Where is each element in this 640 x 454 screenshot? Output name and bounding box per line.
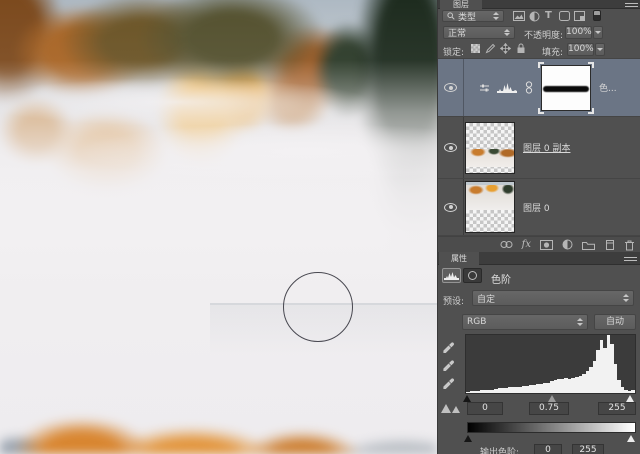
levels-adjustment-icon bbox=[497, 82, 517, 93]
midtone-input-slider[interactable] bbox=[548, 395, 556, 402]
chevron-updown-icon bbox=[504, 28, 510, 37]
layer-name[interactable]: 色... bbox=[599, 81, 617, 94]
channel-select[interactable]: RGB bbox=[462, 314, 588, 330]
filter-shape-layers-icon[interactable] bbox=[559, 11, 570, 21]
visibility-gutter[interactable] bbox=[438, 117, 464, 178]
visibility-gutter[interactable] bbox=[438, 179, 464, 235]
input-highlight-value[interactable]: 255 bbox=[598, 402, 636, 415]
document-canvas[interactable] bbox=[0, 0, 437, 454]
highlight-input-slider[interactable] bbox=[626, 395, 634, 402]
chevron-updown-icon bbox=[623, 294, 629, 302]
black-point-eyedropper-icon[interactable] bbox=[442, 338, 457, 353]
layer-filter-type-select[interactable]: 类型 bbox=[442, 10, 504, 23]
layer-thumbnail[interactable] bbox=[465, 181, 515, 233]
lock-transparency-icon[interactable] bbox=[471, 44, 480, 53]
opacity-value[interactable]: 100% bbox=[565, 26, 592, 39]
input-midtone-value[interactable]: 0.75 bbox=[529, 402, 569, 415]
blend-mode-value: 正常 bbox=[448, 29, 467, 39]
output-shadow-value[interactable]: 0 bbox=[534, 444, 562, 454]
preset-value: 自定 bbox=[477, 294, 496, 305]
layer-thumbnail[interactable] bbox=[465, 121, 515, 174]
blend-mode-select[interactable]: 正常 bbox=[443, 26, 515, 39]
mask-link-icon[interactable] bbox=[525, 81, 533, 94]
output-highlight-slider[interactable] bbox=[627, 435, 635, 442]
opacity-dropdown-button[interactable] bbox=[593, 26, 603, 39]
levels-histogram bbox=[465, 334, 636, 394]
filter-smart-object-icon[interactable] bbox=[574, 11, 585, 21]
mask-properties-button[interactable] bbox=[463, 268, 482, 283]
new-layer-icon[interactable] bbox=[604, 239, 615, 251]
search-icon bbox=[447, 12, 455, 20]
visibility-gutter[interactable] bbox=[438, 59, 464, 116]
add-layer-mask-icon[interactable] bbox=[540, 239, 553, 250]
layer-row-levels[interactable]: 色... bbox=[438, 58, 640, 116]
fill-dropdown-button[interactable] bbox=[595, 43, 605, 56]
layer-row-layer0-copy[interactable]: 图层 0 副本 bbox=[438, 116, 640, 178]
layer-style-fx-icon[interactable]: fx bbox=[522, 239, 531, 250]
eye-icon[interactable] bbox=[444, 83, 457, 92]
eye-icon[interactable] bbox=[444, 143, 457, 152]
levels-histogram-button[interactable] bbox=[442, 268, 461, 283]
filter-pixel-layers-icon[interactable] bbox=[513, 11, 525, 21]
layers-panel-menu-icon[interactable] bbox=[625, 1, 638, 9]
filter-type-layers-icon[interactable]: T bbox=[545, 10, 552, 21]
output-levels-gradient bbox=[467, 422, 636, 433]
lock-all-padlock-icon[interactable] bbox=[516, 43, 526, 54]
chevron-updown-icon bbox=[493, 12, 499, 20]
tab-properties[interactable]: 属性 bbox=[439, 252, 479, 265]
photoshop-workspace: 图层 类型 T 正常 不透明度: 100% 锁定: 填充: 100% 色... … bbox=[0, 0, 640, 454]
link-layers-icon[interactable] bbox=[500, 240, 513, 249]
layer-row-layer0[interactable]: 图层 0 bbox=[438, 178, 640, 236]
fill-label: 填充: bbox=[542, 48, 564, 58]
adjustment-title: 色阶 bbox=[491, 275, 511, 286]
white-point-eyedropper-icon[interactable] bbox=[442, 374, 457, 389]
delete-layer-trash-icon[interactable] bbox=[624, 239, 635, 251]
shadow-input-slider[interactable] bbox=[463, 395, 471, 402]
layer-filter-type-label: 类型 bbox=[458, 12, 477, 23]
auto-button[interactable]: 自动 bbox=[594, 314, 636, 330]
fill-value[interactable]: 100% bbox=[567, 43, 594, 56]
brush-cursor[interactable] bbox=[283, 272, 353, 342]
layer-filter-toggle-switch[interactable] bbox=[593, 10, 601, 21]
right-panel: 图层 类型 T 正常 不透明度: 100% 锁定: 填充: 100% 色... … bbox=[437, 0, 640, 454]
new-group-folder-icon[interactable] bbox=[582, 240, 595, 250]
photo-reflections bbox=[0, 0, 437, 454]
channel-value: RGB bbox=[467, 317, 487, 327]
filter-adjustment-layers-icon[interactable] bbox=[529, 11, 540, 22]
gray-point-eyedropper-icon[interactable] bbox=[442, 356, 457, 371]
chevron-updown-icon bbox=[577, 318, 583, 326]
preset-select[interactable]: 自定 bbox=[472, 290, 634, 306]
opacity-label: 不透明度: bbox=[524, 31, 564, 41]
input-shadow-value[interactable]: 0 bbox=[467, 402, 503, 415]
layer-mask-thumbnail[interactable] bbox=[538, 61, 594, 114]
lock-position-icon[interactable] bbox=[500, 43, 511, 54]
output-levels-label: 输出色阶: bbox=[480, 448, 520, 454]
output-highlight-value[interactable]: 255 bbox=[572, 444, 604, 454]
lock-pixels-brush-icon[interactable] bbox=[485, 43, 496, 54]
layer-name[interactable]: 图层 0 bbox=[523, 201, 550, 214]
lock-label: 锁定: bbox=[443, 48, 465, 58]
histogram-mountains-icon bbox=[441, 404, 460, 413]
output-shadow-slider[interactable] bbox=[464, 435, 472, 442]
layers-toolbar: fx bbox=[438, 236, 640, 252]
preset-label: 预设: bbox=[443, 297, 465, 307]
tab-layers[interactable]: 图层 bbox=[440, 0, 482, 9]
properties-panel-menu-icon[interactable] bbox=[624, 255, 637, 263]
adjustment-sliders-icon bbox=[480, 84, 489, 92]
new-adjustment-layer-icon[interactable] bbox=[562, 239, 573, 250]
layer-name[interactable]: 图层 0 副本 bbox=[523, 141, 570, 154]
eye-icon[interactable] bbox=[444, 202, 457, 212]
levels-histogram-bars bbox=[466, 335, 635, 393]
